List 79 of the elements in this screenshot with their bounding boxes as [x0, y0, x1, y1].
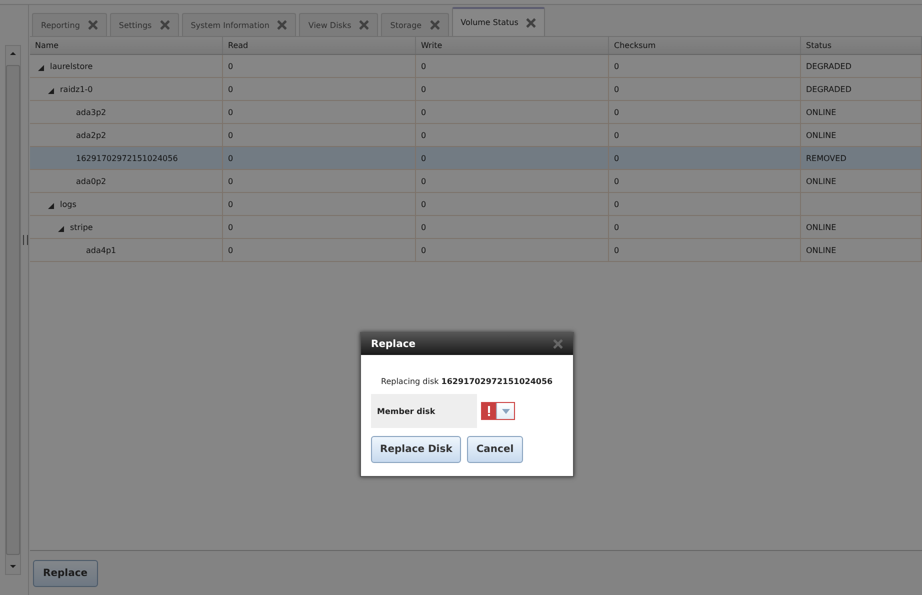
dialog-title: Replace	[371, 338, 416, 350]
tab[interactable]: Reporting	[32, 13, 107, 36]
table-cell: logs	[60, 200, 76, 208]
table-cell: 0	[614, 62, 620, 70]
table-cell: ada4p1	[86, 246, 116, 254]
table-cell: ONLINE	[806, 108, 836, 116]
table-cell: 0	[421, 108, 426, 116]
table-cell: 0	[421, 62, 426, 70]
cancel-button[interactable]: Cancel	[467, 436, 523, 463]
table-cell: ONLINE	[806, 130, 836, 140]
table-cell: 0	[614, 246, 620, 254]
table-cell: 0	[614, 154, 620, 162]
replace-button[interactable]: Replace	[33, 560, 98, 586]
table-cell: 0	[614, 84, 620, 94]
table-cell: 0	[614, 108, 620, 116]
table-cell: DEGRADED	[806, 84, 852, 94]
table-cell: 0	[228, 176, 234, 186]
table-cell: ada2p2	[76, 130, 106, 140]
table-cell: 0	[421, 130, 426, 140]
table-cell: laurelstore	[50, 62, 93, 70]
table-cell: 0	[228, 222, 234, 232]
expand-icon[interactable]	[38, 64, 44, 70]
close-icon[interactable]	[88, 20, 98, 30]
table-cell: 0	[228, 62, 234, 70]
table-cell: ada0p2	[76, 176, 106, 186]
table-cell: ada3p2	[76, 108, 106, 116]
error-icon	[482, 403, 496, 419]
field-label: Member disk	[377, 406, 436, 416]
close-icon[interactable]	[553, 339, 563, 349]
table-cell: 0	[614, 200, 620, 208]
tab[interactable]: Volume Status	[452, 7, 546, 36]
tab[interactable]: Storage	[381, 13, 449, 36]
column-header[interactable]: Name	[30, 37, 223, 54]
table-cell: 0	[228, 246, 234, 254]
table-cell: 0	[228, 84, 234, 94]
scrollbar[interactable]	[5, 45, 21, 575]
scroll-down-icon[interactable]	[10, 565, 16, 568]
table-cell: stripe	[70, 222, 93, 232]
close-icon[interactable]	[277, 20, 288, 30]
table-cell: 0	[421, 246, 426, 254]
close-icon[interactable]	[526, 18, 536, 28]
replace-disk-button[interactable]: Replace Disk	[371, 436, 462, 463]
column-header[interactable]: Checksum	[609, 37, 801, 54]
tab[interactable]: View Disks	[299, 13, 378, 36]
table-cell: 0	[228, 130, 234, 140]
table-cell: 0	[614, 130, 620, 140]
caret-icon[interactable]	[502, 408, 510, 414]
column-header[interactable]: Read	[223, 37, 416, 54]
tab[interactable]: Settings	[110, 13, 179, 36]
table-cell: 0	[228, 108, 234, 116]
table-cell: DEGRADED	[806, 62, 852, 70]
table-cell: 0	[421, 154, 426, 162]
scroll-up-icon[interactable]	[10, 52, 16, 55]
column-header[interactable]: Status	[801, 37, 922, 54]
table-cell: REMOVED	[806, 154, 846, 162]
close-icon[interactable]	[359, 20, 370, 30]
dialog-message: Replacing disk 16291702972151024056	[380, 377, 554, 386]
member-disk-dropdown[interactable]	[481, 402, 515, 420]
table-cell: 0	[421, 222, 426, 232]
expand-icon[interactable]	[48, 202, 54, 208]
table-cell: 0	[228, 154, 234, 162]
table-cell: 16291702972151024056	[76, 154, 178, 162]
table-cell: 0	[421, 84, 426, 94]
close-icon[interactable]	[430, 20, 440, 30]
column-header[interactable]: Write	[416, 37, 609, 54]
tab[interactable]: System Information	[182, 13, 296, 36]
table-cell: 0	[421, 176, 426, 186]
table-cell: ONLINE	[806, 246, 836, 254]
splitter-handle[interactable]	[23, 235, 28, 245]
table-cell: 0	[228, 200, 234, 208]
table-cell: 0	[421, 200, 426, 208]
table-cell: 0	[614, 222, 620, 232]
expand-icon[interactable]	[48, 88, 54, 94]
table-cell: 0	[614, 176, 620, 186]
table-cell: ONLINE	[806, 222, 836, 232]
table-cell: ONLINE	[806, 176, 836, 186]
expand-icon[interactable]	[58, 226, 64, 232]
table-cell: raidz1-0	[60, 84, 93, 94]
close-icon[interactable]	[160, 20, 170, 30]
